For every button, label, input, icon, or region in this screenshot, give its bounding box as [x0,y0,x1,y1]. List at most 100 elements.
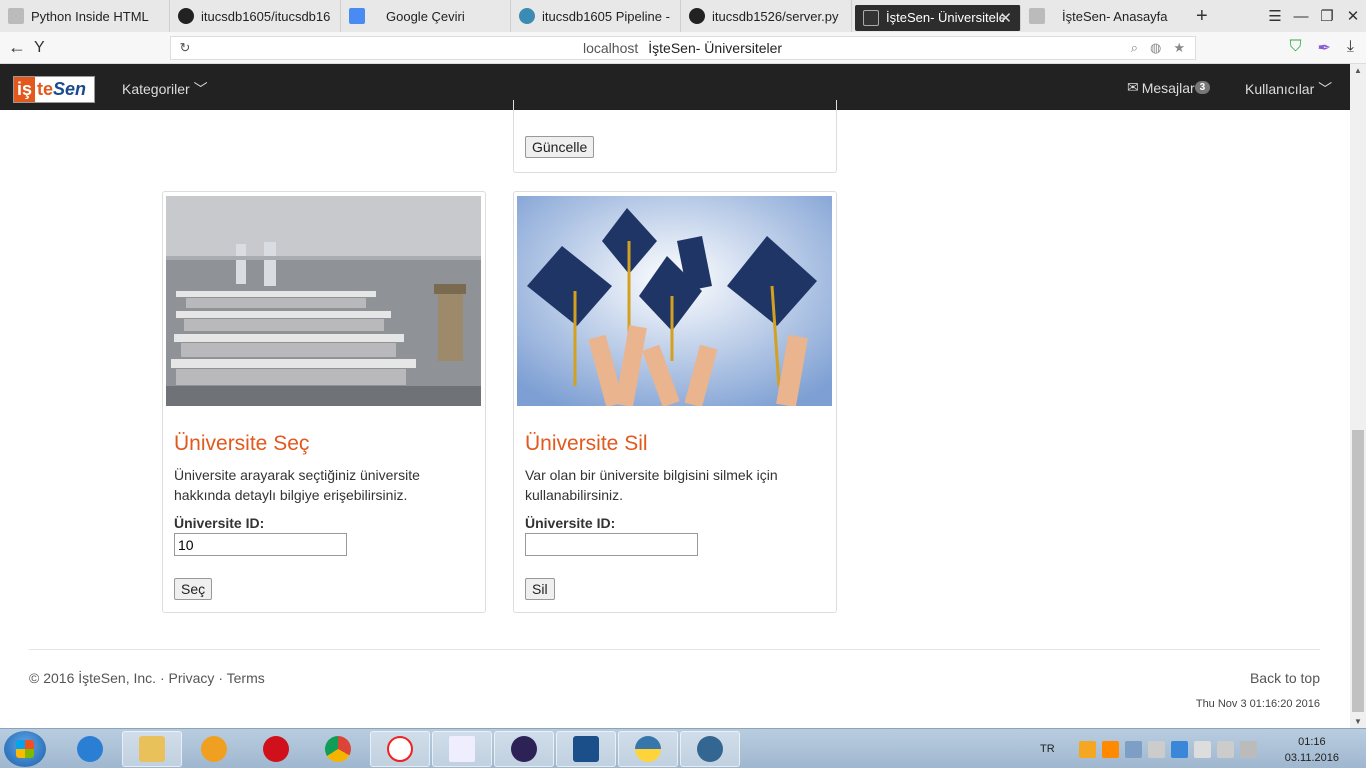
tab-python-inside-html[interactable]: Python Inside HTML [0,0,170,32]
university-id-label: Üniversite ID: [174,515,265,531]
taskbar-clock[interactable]: 01:16 03.11.2016 [1285,734,1339,766]
tray-app-icon[interactable] [1147,740,1165,758]
vertical-scrollbar[interactable]: ▲ ▼ [1350,64,1366,728]
university-id-label: Üniversite ID: [525,515,616,531]
tab-title: itucsdb1605/itucsdb16 [201,8,331,24]
card-description: Var olan bir üniversite bilgisini silmek… [525,467,778,503]
close-window-icon[interactable]: ✕ [1340,7,1366,25]
tab-pipeline[interactable]: itucsdb1605 Pipeline - [511,0,681,32]
globe-icon[interactable]: ◍ [1150,40,1161,56]
envelope-icon: ✉ [1127,79,1139,95]
tab-github-server-py[interactable]: itucsdb1526/server.py [681,0,852,32]
language-indicator[interactable]: TR [1040,743,1055,755]
python-icon[interactable] [618,731,678,767]
lecture-hall-image [166,196,481,406]
scroll-down-icon[interactable]: ▼ [1354,717,1362,726]
tab-title: İşteSen- Üniversitele [886,10,1004,25]
back-to-top-link[interactable]: Back to top [1250,670,1320,686]
url-box[interactable]: ↻ localhost İşteSen- Üniversiteler ⌕ ◍ ★ [170,36,1196,60]
tab-istesen-anasayfa[interactable]: İşteSen- Anasayfa [1021,0,1187,32]
gom-player-icon[interactable] [184,731,244,767]
notepad-icon[interactable] [432,731,492,767]
categories-dropdown[interactable]: Kategoriler ﹀ [122,79,208,99]
new-tab-icon[interactable]: + [1196,5,1208,28]
footer-datetime: Thu Nov 3 01:16:20 2016 [1195,698,1320,710]
chevron-down-icon: ﹀ [1318,81,1333,97]
reload-icon[interactable]: ↻ [171,40,199,56]
search-icon[interactable]: ⌕ [1131,40,1138,56]
tray-app-icon[interactable] [1193,740,1211,758]
page-icon [1029,8,1045,24]
terminal-icon [863,9,879,26]
shield-icon[interactable]: ⛉ [1290,38,1302,58]
minimize-icon[interactable]: — [1288,8,1314,25]
google-translate-icon [349,8,365,24]
yandex-icon[interactable]: Y [34,39,64,57]
eclipse-icon[interactable] [494,731,554,767]
tray-app-icon[interactable] [1101,740,1119,758]
chevron-down-icon: ﹀ [193,81,208,97]
scroll-up-icon[interactable]: ▲ [1354,66,1362,75]
tray-app-icon[interactable] [1170,740,1188,758]
network-icon[interactable] [1216,740,1234,758]
page-icon [8,8,24,24]
system-tray: TR [1040,729,1257,769]
start-button[interactable] [4,731,46,767]
logo-part-is: iş [14,77,36,102]
virtualbox-icon[interactable] [556,731,616,767]
tab-google-translate[interactable]: Google Çeviri [341,0,511,32]
separator-dot: · [159,670,169,686]
delete-university-card: Üniversite Sil Var olan bir üniversite b… [513,191,837,613]
messages-link[interactable]: ✉ Mesajlar 3 [1127,79,1211,96]
windows-taskbar: TR 01:16 03.11.2016 [0,728,1366,768]
download-icon[interactable]: ⤓ [1347,38,1354,58]
back-arrow-icon[interactable]: ← [0,37,34,58]
tab-istesen-universiteler[interactable]: İşteSen- Üniversitele ✕ [855,4,1021,31]
postgresql-icon[interactable] [680,731,740,767]
tab-title: Google Çeviri [386,8,465,24]
url-page-title: İşteSen- Üniversiteler [648,40,783,56]
github-icon [178,8,194,24]
chrome-icon[interactable] [308,731,368,767]
volume-icon[interactable] [1239,740,1257,758]
restore-icon[interactable]: ❐ [1314,7,1340,25]
site-logo[interactable]: iş te Sen [13,76,95,103]
tab-title: Python Inside HTML [31,8,149,24]
select-university-card: Üniversite Seç Üniversite arayarak seçti… [162,191,486,613]
yandex-browser-icon[interactable] [370,731,430,767]
university-id-input[interactable] [174,533,347,556]
feather-icon[interactable]: ✒ [1318,38,1331,58]
privacy-link[interactable]: Privacy [169,670,215,686]
pipeline-icon [519,8,535,24]
categories-label: Kategoriler [122,81,190,97]
footer-left: © 2016 İşteSen, Inc. · Privacy · Terms [29,670,265,686]
tab-title: İşteSen- Anasayfa [1062,8,1168,24]
menu-icon[interactable]: ☰ [1262,7,1288,25]
file-explorer-icon[interactable] [122,731,182,767]
copyright-text: © 2016 İşteSen, Inc. [29,670,157,686]
logo-part-sen: Sen [53,79,87,99]
close-tab-icon[interactable]: ✕ [999,9,1012,27]
university-id-input[interactable] [525,533,698,556]
tray-app-icon[interactable] [1124,740,1142,758]
messages-label: Mesajlar [1141,79,1195,96]
opera-icon[interactable] [246,731,306,767]
url-host: localhost [583,40,639,56]
terms-link[interactable]: Terms [227,670,265,686]
footer-divider [29,649,1320,650]
update-panel: Güncelle [513,100,837,173]
messages-count-badge: 3 [1194,81,1211,94]
users-dropdown[interactable]: Kullanıcılar ﹀ [1245,79,1332,99]
card-title: Üniversite Seç [174,432,310,455]
users-label: Kullanıcılar [1245,81,1315,97]
delete-button[interactable]: Sil [525,578,555,600]
tab-title: itucsdb1526/server.py [712,8,839,24]
update-button[interactable]: Güncelle [525,136,595,158]
scrollbar-thumb[interactable] [1352,430,1364,712]
update-warning-icon[interactable] [1078,740,1096,758]
clock-time: 01:16 [1298,736,1326,748]
select-button[interactable]: Seç [174,578,213,600]
tab-github-itucsdb1605[interactable]: itucsdb1605/itucsdb16 [170,0,341,32]
internet-explorer-icon[interactable] [60,731,120,767]
star-icon[interactable]: ★ [1173,40,1185,56]
